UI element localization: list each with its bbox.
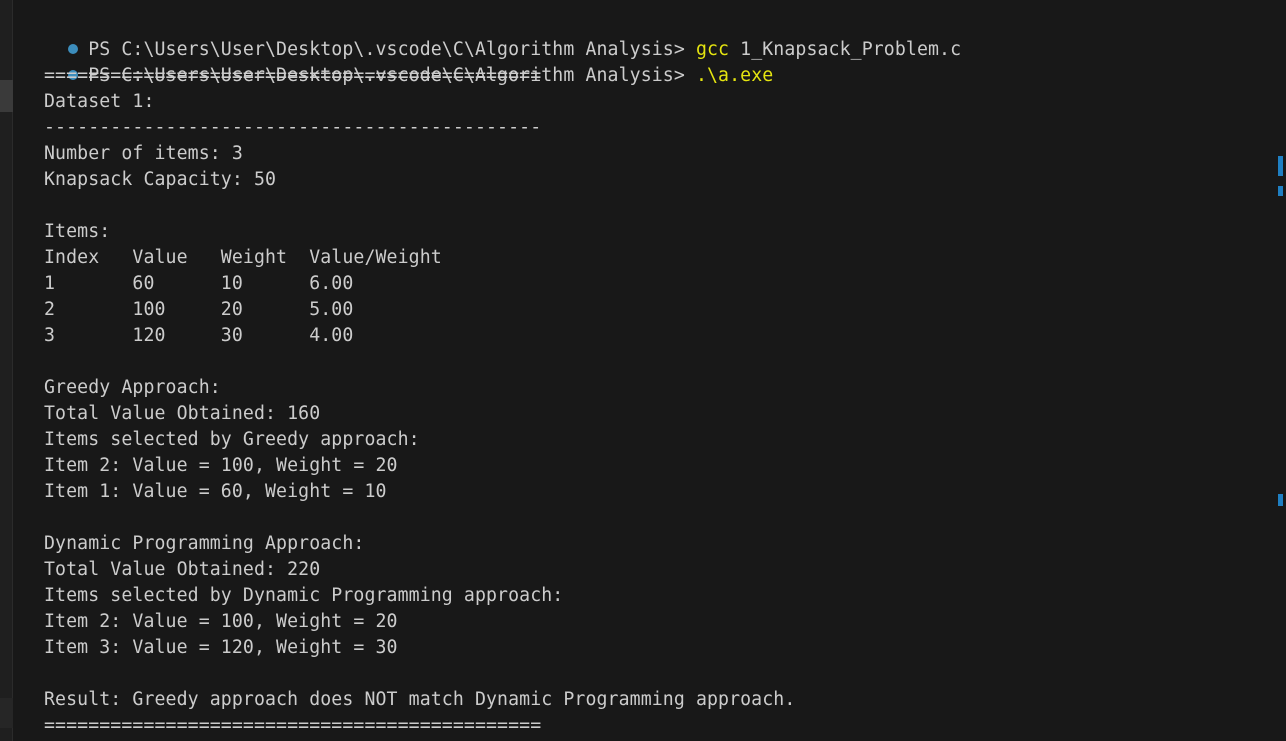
gutter-bottom-marker <box>0 698 13 728</box>
separator-line: ========================================… <box>44 65 542 86</box>
terminal-scrollbar[interactable] <box>1276 0 1286 741</box>
scroll-marker <box>1278 186 1283 196</box>
greedy-item: Item 2: Value = 100, Weight = 20 <box>44 455 398 476</box>
dp-item: Item 2: Value = 100, Weight = 20 <box>44 611 398 632</box>
dp-title: Dynamic Programming Approach: <box>44 533 365 554</box>
items-table-header: Index Value Weight Value/Weight <box>44 247 442 268</box>
dp-item: Item 3: Value = 120, Weight = 30 <box>44 637 398 658</box>
gutter-active-marker <box>0 80 13 112</box>
greedy-item: Item 1: Value = 60, Weight = 10 <box>44 481 387 502</box>
left-gutter <box>0 0 13 741</box>
greedy-title: Greedy Approach: <box>44 377 221 398</box>
scroll-marker <box>1278 156 1283 176</box>
separator-line: ========================================… <box>44 715 542 736</box>
greedy-total: Total Value Obtained: 160 <box>44 403 321 424</box>
items-table-row: 3 120 30 4.00 <box>44 325 354 346</box>
dp-selected-label: Items selected by Dynamic Programming ap… <box>44 585 564 606</box>
dataset-label: Dataset 1: <box>44 91 155 112</box>
terminal-output[interactable]: PS C:\Users\User\Desktop\.vscode\C\Algor… <box>24 11 1272 739</box>
scroll-marker <box>1278 494 1283 506</box>
terminal-command-line: PS C:\Users\User\Desktop\.vscode\C\Algor… <box>24 11 1272 60</box>
greedy-selected-label: Items selected by Greedy approach: <box>44 429 420 450</box>
items-table-row: 1 60 10 6.00 <box>44 273 354 294</box>
items-label: Items: <box>44 221 111 242</box>
terminal-command-line: PS C:\Users\User\Desktop\.vscode\C\Algor… <box>24 37 1272 86</box>
result-text: Result: Greedy approach does NOT match D… <box>44 689 796 710</box>
separator-line: ----------------------------------------… <box>44 117 542 138</box>
num-items-text: Number of items: 3 <box>44 143 243 164</box>
dp-total: Total Value Obtained: 220 <box>44 559 321 580</box>
capacity-text: Knapsack Capacity: 50 <box>44 169 277 190</box>
items-table-row: 2 100 20 5.00 <box>44 299 354 320</box>
